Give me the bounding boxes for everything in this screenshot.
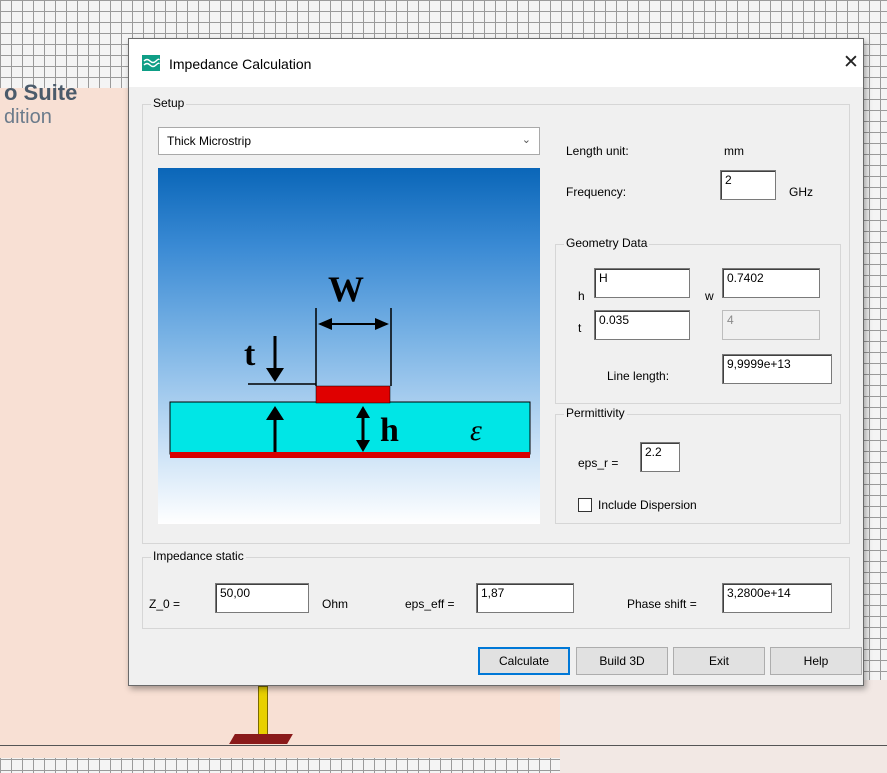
w-input[interactable]: 0.7402 [722, 268, 820, 298]
setup-group-label: Setup [151, 96, 187, 110]
h-input[interactable]: H [594, 268, 690, 298]
eps-r-label: eps_r = [578, 456, 619, 470]
permittivity-group-label: Permittivity [564, 406, 627, 420]
disabled-geometry-input: 4 [722, 310, 820, 340]
diagram-permittivity-label: ε [470, 414, 482, 447]
diagram-height-label: h [380, 412, 399, 449]
line-type-value: Thick Microstrip [167, 134, 252, 148]
line-type-select[interactable]: Thick Microstrip ⌄ [158, 127, 540, 155]
dialog-title: Impedance Calculation [169, 56, 312, 72]
line-length-label: Line length: [607, 369, 670, 383]
t-input[interactable]: 0.035 [594, 310, 690, 340]
z0-output[interactable]: 50,00 [215, 583, 309, 613]
geometry-data-group-label: Geometry Data [564, 236, 650, 250]
include-dispersion-label: Include Dispersion [598, 498, 697, 512]
background-brand-text: o Suite [4, 80, 78, 105]
background-brand-subtext: dition [4, 106, 52, 128]
frequency-input[interactable]: 2 [720, 170, 776, 200]
chevron-down-icon: ⌄ [521, 134, 531, 146]
frequency-label: Frequency: [566, 185, 627, 199]
build-3d-button[interactable]: Build 3D [576, 647, 668, 675]
cad-port [229, 734, 293, 744]
cad-substrate-area-lower [560, 680, 887, 773]
line-length-input[interactable]: 9,9999e+13 [722, 354, 832, 384]
length-unit-value: mm [724, 144, 744, 158]
phase-shift-output[interactable]: 3,2800e+14 [722, 583, 832, 613]
help-button[interactable]: Help [770, 647, 862, 675]
z0-label: Z_0 = [149, 597, 181, 611]
impedance-static-group-label: Impedance static [151, 549, 246, 563]
length-unit-label: Length unit: [566, 144, 629, 158]
include-dispersion-checkbox[interactable] [578, 498, 592, 512]
cad-edge-line [0, 745, 887, 746]
frequency-unit: GHz [789, 185, 813, 199]
t-label: t [578, 321, 582, 335]
w-label: w [705, 289, 714, 303]
eps-eff-label: eps_eff = [405, 597, 455, 611]
diagram-thickness-label: t [244, 336, 256, 373]
microstrip-diagram: W t h ε [158, 168, 540, 524]
z0-unit: Ohm [322, 597, 349, 611]
phase-shift-label: Phase shift = [627, 597, 697, 611]
exit-button[interactable]: Exit [673, 647, 765, 675]
cad-feed-line [258, 686, 268, 738]
eps-eff-output[interactable]: 1,87 [476, 583, 574, 613]
calculate-button[interactable]: Calculate [478, 647, 570, 675]
close-icon[interactable]: ✕ [843, 51, 859, 74]
diagram-width-label: W [328, 269, 364, 309]
eps-r-input[interactable]: 2.2 [640, 442, 680, 472]
h-label: h [578, 289, 585, 303]
app-logo-icon [142, 55, 160, 71]
